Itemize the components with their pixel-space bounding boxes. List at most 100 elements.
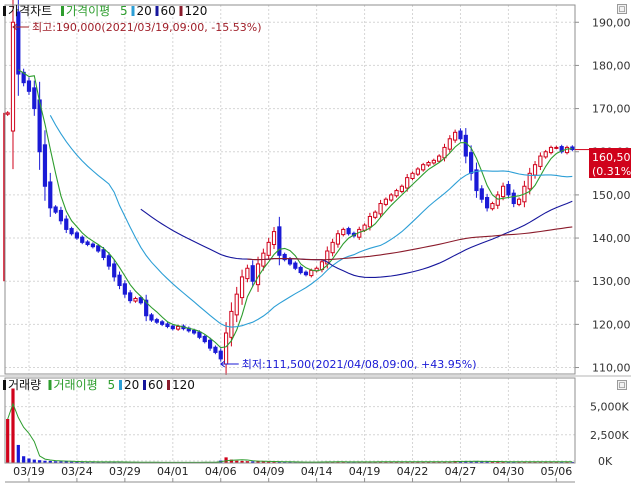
y-axis-labels: 190,000180,000170,000160,000150,000140,0… (575, 16, 631, 468)
volume-legend-title: 거래량 (8, 378, 41, 392)
candle-body (463, 134, 468, 157)
candle-body (511, 192, 516, 205)
low-annotation-label: 최저:111,500(2021/04/08,09:00, +43.95%) (242, 358, 477, 371)
candle-body (74, 232, 80, 239)
x-axis-labels: 03/19 03/24 03/29 04/01 04/06 04/09 04/14 04/19… (13, 465, 572, 482)
candle-body (389, 194, 394, 201)
current-price-label: 160,500 (592, 151, 631, 164)
candle-body (32, 87, 37, 110)
candle-body (426, 162, 431, 166)
moving-average-lines (18, 69, 573, 349)
candle-body (229, 310, 234, 338)
volume-legend-period-60: 60 (148, 378, 163, 392)
volume-y-tick-label: 2,500K (590, 429, 629, 442)
volume-legend-period-120: 120 (172, 378, 195, 392)
candle-body (421, 164, 426, 171)
volume-legend-period-marker (143, 380, 146, 390)
price-legend-ma-label: 가격이평 (66, 4, 110, 18)
candle-body (378, 203, 383, 215)
price-y-tick-label: 170,000 (592, 103, 631, 116)
candle-body (548, 146, 554, 154)
candle-body (341, 228, 346, 236)
candle-body (373, 211, 378, 218)
candle-body (266, 241, 271, 256)
x-axis-tick-label: 03/24 (61, 465, 93, 478)
volume-bar (16, 444, 20, 463)
volume-bar (32, 459, 36, 463)
x-axis-tick-label: 03/29 (109, 465, 141, 478)
legends: 가격차트 가격이평 5 20 60 120 거래량 거래이평 5 20 60 120 (3, 4, 207, 392)
volume-panel-maximize-button[interactable]: □ (617, 380, 627, 390)
candle-body (516, 198, 522, 205)
current-change-label: (0.31%) (592, 165, 631, 178)
candle-body (239, 276, 245, 299)
candle-body (133, 297, 138, 302)
price-y-tick-label: 110,000 (592, 362, 631, 375)
x-axis-tick-label: 03/19 (13, 465, 45, 478)
candle-body (330, 241, 335, 254)
x-axis-tick-label: 04/09 (253, 465, 285, 478)
candle-body (90, 243, 95, 248)
chart-canvas: 190,000180,000170,000160,000150,000140,0… (0, 0, 631, 483)
candle-body (234, 293, 239, 316)
candle-body (415, 168, 420, 175)
candle-body (58, 209, 64, 222)
candle-body (367, 215, 373, 228)
price-legend-period-marker (131, 6, 135, 16)
price-y-tick-label: 180,000 (592, 59, 631, 72)
low-annotation-arrow (219, 360, 239, 368)
price-legend-ma-marker (61, 6, 64, 16)
price-legend-period-5: 5 (120, 4, 128, 18)
candle-body (437, 155, 442, 162)
candle-body (287, 258, 293, 265)
price-y-tick-label: 140,000 (592, 232, 631, 245)
price-panel-maximize-button[interactable]: □ (617, 4, 627, 14)
volume-legend-period-5: 5 (108, 378, 116, 392)
candle-body (197, 331, 202, 338)
candle-body (26, 80, 32, 92)
price-legend-period-120: 120 (185, 4, 208, 18)
volume-y-tick-label: 5,000K (590, 401, 629, 414)
candle-body (165, 323, 170, 328)
high-annotation-label: 최고:190,000(2021/03/19,09:00, -15.53%) (32, 21, 262, 34)
candle-body (245, 267, 250, 280)
ma120-line (247, 226, 573, 261)
candle-body (64, 218, 69, 230)
candle-body (160, 321, 165, 325)
price-legend-marker (3, 6, 6, 16)
price-legend-title: 가격차트 (8, 4, 52, 18)
candle-body (170, 325, 175, 330)
candle-body (362, 224, 367, 231)
candle-body (554, 146, 559, 149)
price-legend-period-60: 60 (161, 4, 176, 18)
grid-lines (5, 5, 575, 463)
price-y-tick-label: 130,000 (592, 275, 631, 288)
candle-body (85, 241, 90, 246)
candle-body (383, 198, 388, 205)
candle-body (543, 151, 548, 158)
volume-bar (11, 388, 15, 463)
volume-bars (6, 388, 574, 464)
candle-body (474, 169, 479, 192)
candle-body (495, 194, 500, 206)
candle-body (176, 326, 181, 330)
volume-ma5-line (7, 402, 573, 463)
high-annotation-arrow (12, 23, 29, 31)
candle-body (250, 265, 255, 282)
candle-body (42, 144, 48, 187)
candle-body (500, 185, 506, 198)
volume-legend-ma-marker (48, 380, 52, 390)
candle-body (447, 138, 452, 150)
volume-bar (6, 418, 10, 463)
candle-body (149, 314, 154, 321)
candle-body (479, 188, 484, 200)
candle-body (5, 112, 10, 115)
candle-body (485, 196, 490, 209)
candle-body (346, 228, 351, 235)
x-axis-tick-label: 04/19 (349, 465, 381, 478)
candle-body (405, 177, 410, 189)
candle-body (80, 236, 85, 243)
x-axis-tick-label: 04/30 (493, 465, 525, 478)
price-y-tick-label: 120,000 (592, 318, 631, 331)
price-y-tick-label: 150,000 (592, 189, 631, 202)
